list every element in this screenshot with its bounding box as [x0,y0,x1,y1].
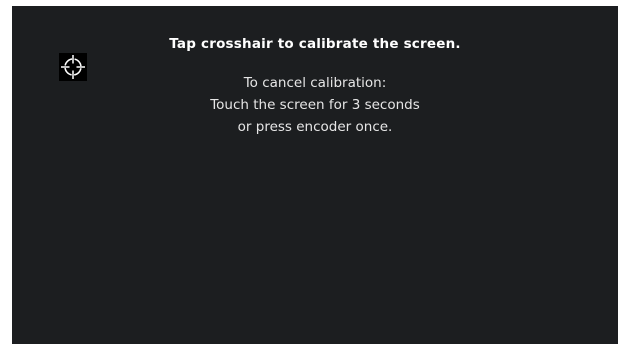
calibration-title: Tap crosshair to calibrate the screen. [169,36,461,52]
cancel-line-touch: Touch the screen for 3 seconds [210,97,420,113]
cancel-line-encoder: or press encoder once. [237,119,393,135]
cancel-heading: To cancel calibration: [243,75,387,91]
display-frame: Tap crosshair to calibrate the screen. T… [0,0,622,344]
cancel-instructions: To cancel calibration: Touch the screen … [12,72,618,138]
calibration-screen[interactable]: Tap crosshair to calibrate the screen. T… [12,6,618,344]
